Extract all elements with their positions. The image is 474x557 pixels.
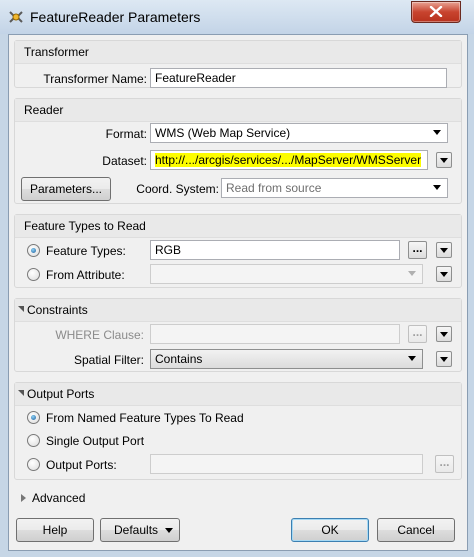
from-attribute-dropdown-button[interactable] (436, 266, 452, 282)
expand-triangle-icon (21, 494, 26, 502)
single-output-port-radio[interactable] (27, 434, 40, 447)
output-ports-header[interactable]: Output Ports (15, 383, 461, 406)
dataset-dropdown-button[interactable] (436, 152, 452, 168)
feature-types-group: Feature Types to Read Feature Types: ...… (14, 214, 462, 288)
transformer-title: Transformer (24, 45, 89, 59)
app-icon (8, 9, 24, 25)
constraints-title: Constraints (27, 303, 88, 317)
dataset-label: Dataset: (102, 154, 147, 168)
defaults-label: Defaults (114, 523, 159, 537)
dropdown-arrow-icon (165, 528, 173, 533)
from-attribute-label: From Attribute: (46, 268, 125, 282)
transformer-name-input[interactable] (150, 68, 447, 88)
dataset-input[interactable]: http://.../arcgis/services/.../MapServer… (150, 150, 428, 170)
spatial-filter-value: Contains (155, 352, 203, 366)
close-button[interactable] (411, 1, 461, 23)
parameters-button[interactable]: Parameters... (21, 177, 111, 201)
feature-types-input[interactable] (150, 240, 400, 260)
defaults-button[interactable]: Defaults (100, 518, 180, 542)
output-ports-label: Output Ports: (46, 458, 117, 472)
reader-header: Reader (15, 99, 461, 122)
cancel-button[interactable]: Cancel (377, 518, 455, 542)
collapse-triangle-icon (18, 306, 24, 312)
single-output-port-label: Single Output Port (46, 434, 145, 448)
output-ports-radio[interactable] (27, 458, 40, 471)
dropdown-arrow-icon (433, 130, 441, 135)
feature-types-browse-button[interactable]: ... (408, 241, 427, 259)
constraints-header[interactable]: Constraints (15, 299, 461, 322)
feature-types-radio[interactable] (27, 244, 40, 257)
feature-types-header: Feature Types to Read (15, 215, 461, 238)
feature-types-title: Feature Types to Read (24, 219, 146, 233)
named-feature-types-radio[interactable] (27, 411, 40, 424)
format-label: Format: (105, 127, 147, 141)
reader-title: Reader (24, 103, 64, 117)
advanced-expander[interactable]: Advanced (14, 489, 460, 507)
coord-system-label: Coord. System: (136, 182, 219, 196)
feature-types-label: Feature Types: (46, 244, 126, 258)
spatial-filter-label: Spatial Filter: (73, 353, 144, 367)
from-attribute-select[interactable] (150, 264, 423, 284)
dataset-value: http://.../arcgis/services/.../MapServer… (155, 153, 422, 167)
output-ports-group: Output Ports From Named Feature Types To… (14, 382, 462, 480)
named-feature-types-label: From Named Feature Types To Read (46, 411, 244, 425)
dropdown-arrow-icon (408, 271, 416, 276)
output-ports-title: Output Ports (27, 387, 95, 401)
transformer-group: Transformer Transformer Name: (14, 40, 462, 88)
feature-types-dropdown-button[interactable] (436, 242, 452, 258)
collapse-triangle-icon (18, 390, 24, 396)
output-ports-input[interactable] (150, 454, 423, 474)
reader-group: Reader Format: WMS (Web Map Service) Dat… (14, 98, 462, 204)
where-clause-browse-button[interactable]: ... (408, 325, 427, 343)
close-icon (429, 6, 443, 17)
transformer-name-label: Transformer Name: (43, 72, 147, 86)
output-ports-browse-button[interactable]: ... (435, 455, 454, 473)
transformer-header: Transformer (15, 41, 461, 64)
where-clause-dropdown-button[interactable] (436, 326, 452, 342)
where-clause-label: WHERE Clause: (55, 328, 144, 342)
title-bar[interactable]: FeatureReader Parameters (0, 0, 474, 34)
dropdown-arrow-icon (433, 185, 441, 190)
window-title: FeatureReader Parameters (30, 9, 201, 25)
coord-system-select[interactable]: Read from source (221, 178, 448, 198)
dropdown-arrow-icon (408, 356, 416, 361)
where-clause-input[interactable] (150, 324, 400, 344)
advanced-label: Advanced (32, 491, 86, 505)
format-value: WMS (Web Map Service) (155, 126, 291, 140)
ok-button[interactable]: OK (291, 518, 369, 542)
format-select[interactable]: WMS (Web Map Service) (150, 123, 448, 143)
dialog-body: Transformer Transformer Name: Reader For… (8, 34, 468, 551)
spatial-filter-dropdown-button[interactable] (436, 351, 452, 367)
spatial-filter-select[interactable]: Contains (150, 349, 423, 369)
constraints-group: Constraints WHERE Clause: ... Spatial Fi… (14, 298, 462, 372)
from-attribute-radio[interactable] (27, 268, 40, 281)
help-button[interactable]: Help (16, 518, 94, 542)
coord-system-value: Read from source (226, 181, 322, 195)
